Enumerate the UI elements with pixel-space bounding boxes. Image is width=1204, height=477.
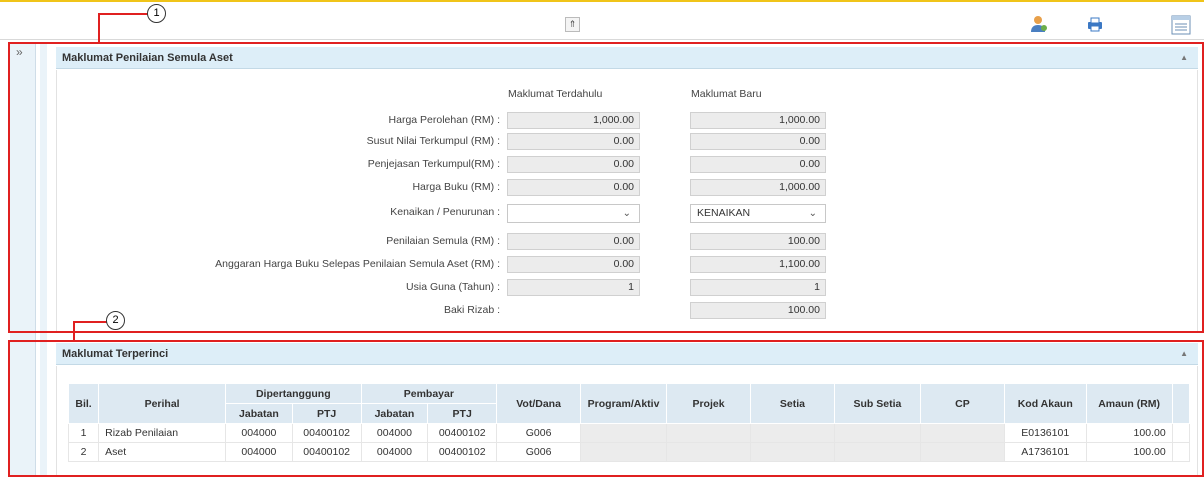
toolbar: ⇑ xyxy=(0,2,1204,40)
callout-line-1-v xyxy=(98,13,100,43)
printer-icon[interactable] xyxy=(1086,15,1104,33)
callout-line-2-v xyxy=(73,321,75,341)
callout-box-2 xyxy=(8,340,1204,477)
callout-marker-2: 2 xyxy=(106,311,125,330)
double-chevron-up-icon[interactable]: ⇑ xyxy=(565,17,580,32)
callout-box-1 xyxy=(8,42,1204,333)
list-view-icon[interactable] xyxy=(1171,15,1191,35)
user-settings-icon[interactable] xyxy=(1030,15,1048,33)
callout-line-2 xyxy=(73,321,107,323)
callout-marker-1: 1 xyxy=(147,4,166,23)
callout-line-1 xyxy=(98,13,148,15)
